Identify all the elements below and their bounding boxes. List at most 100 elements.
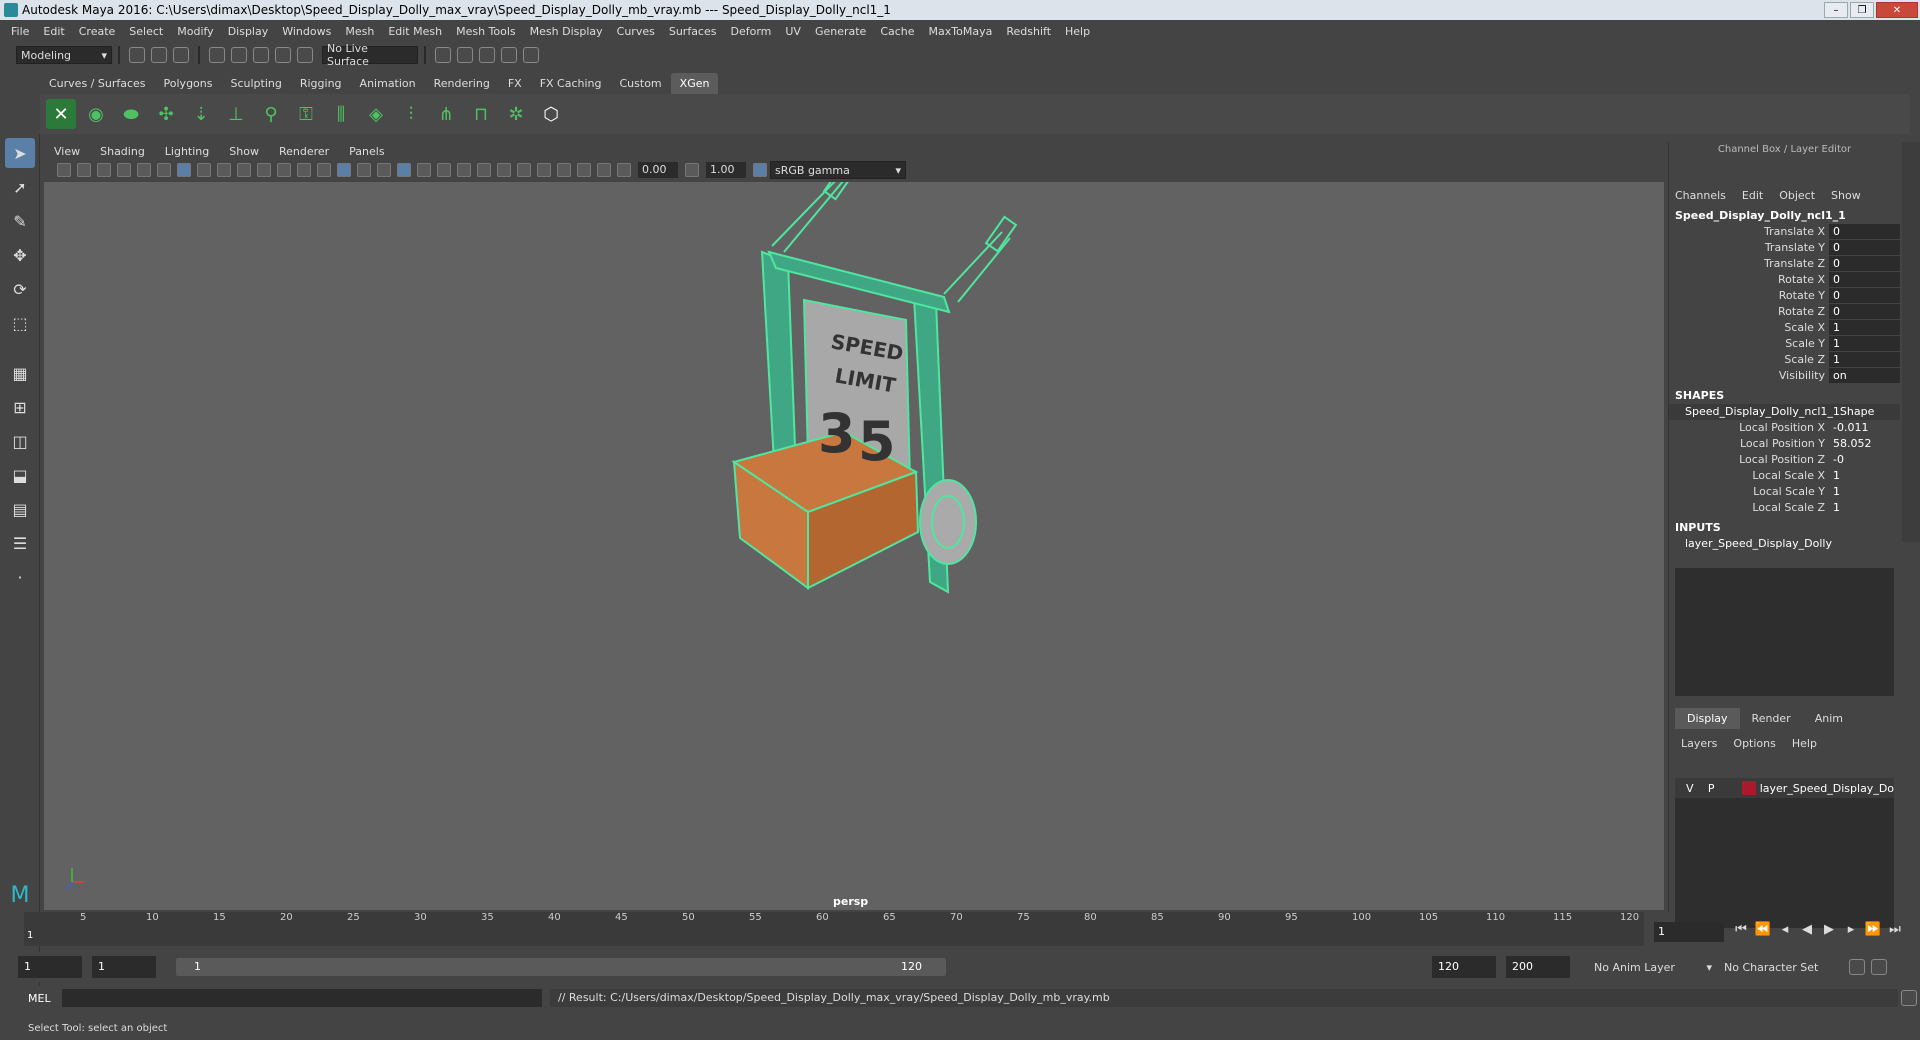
xray-joints-icon[interactable] bbox=[577, 163, 591, 177]
menu-create[interactable]: Create bbox=[79, 25, 116, 38]
shelf-tab-rendering[interactable]: Rendering bbox=[425, 73, 499, 94]
layout-single-icon[interactable]: ▦ bbox=[5, 358, 35, 388]
layer-menu-layers[interactable]: Layers bbox=[1681, 737, 1717, 750]
shelf-tab-polygons[interactable]: Polygons bbox=[155, 73, 222, 94]
lights-icon[interactable] bbox=[417, 163, 431, 177]
xgen-preview-icon[interactable]: ◉ bbox=[81, 99, 111, 129]
film-gate-icon[interactable] bbox=[197, 163, 211, 177]
grid-icon[interactable] bbox=[177, 163, 191, 177]
ipr-render-icon[interactable] bbox=[479, 47, 495, 63]
menu-help[interactable]: Help bbox=[1065, 25, 1090, 38]
attr-row[interactable]: Rotate X 0 bbox=[1669, 272, 1900, 288]
snap-grid-icon[interactable] bbox=[209, 47, 225, 63]
attr-value[interactable]: 0 bbox=[1829, 304, 1900, 319]
color-space-select[interactable]: sRGB gamma ▾ bbox=[770, 161, 906, 179]
attr-value[interactable]: -0 bbox=[1829, 452, 1900, 468]
playback-start-field[interactable]: 1 bbox=[92, 956, 156, 978]
layer-tab-display[interactable]: Display bbox=[1675, 708, 1740, 729]
render-frame-icon[interactable] bbox=[457, 47, 473, 63]
snap-view-plane-icon[interactable] bbox=[275, 47, 291, 63]
depth-of-field-icon[interactable] bbox=[517, 163, 531, 177]
viewport-menu-show[interactable]: Show bbox=[229, 145, 259, 158]
play-backward-icon[interactable]: ◀ bbox=[1796, 922, 1818, 937]
step-back-key-icon[interactable]: ⏪ bbox=[1752, 922, 1774, 937]
snap-live-icon[interactable] bbox=[297, 47, 313, 63]
attr-value[interactable]: 1 bbox=[1829, 484, 1900, 500]
image-plane-icon[interactable] bbox=[117, 163, 131, 177]
shelf-tab-fx-caching[interactable]: FX Caching bbox=[531, 73, 611, 94]
menu-deform[interactable]: Deform bbox=[730, 25, 771, 38]
rotate-tool-icon[interactable]: ⟳ bbox=[5, 274, 35, 304]
hypershade-icon[interactable] bbox=[523, 47, 539, 63]
smooth-shade-icon[interactable] bbox=[337, 163, 351, 177]
attr-value[interactable]: 0 bbox=[1829, 240, 1900, 255]
select-by-component-icon[interactable] bbox=[173, 47, 189, 63]
object-name[interactable]: Speed_Display_Dolly_ncl1_1 bbox=[1669, 208, 1900, 224]
layer-playback-toggle[interactable]: P bbox=[1701, 782, 1723, 795]
step-forward-key-icon[interactable]: ⏩ bbox=[1862, 922, 1884, 937]
xgen-move-guide-icon[interactable]: ⊥ bbox=[221, 99, 251, 129]
script-language-label[interactable]: MEL bbox=[28, 992, 62, 1005]
viewport-menu-shading[interactable]: Shading bbox=[100, 145, 145, 158]
color-management-icon[interactable] bbox=[753, 163, 767, 177]
move-tool-icon[interactable]: ✥ bbox=[5, 240, 35, 270]
menu-mesh[interactable]: Mesh bbox=[345, 25, 374, 38]
grease-pencil-icon[interactable] bbox=[157, 163, 171, 177]
attr-row[interactable]: Scale Z 1 bbox=[1669, 352, 1900, 368]
cb-menu-show[interactable]: Show bbox=[1831, 189, 1861, 202]
playback-end-field[interactable]: 120 bbox=[1432, 956, 1496, 978]
isolate-select-icon[interactable] bbox=[537, 163, 551, 177]
select-tool-icon[interactable]: ➤ bbox=[5, 138, 35, 168]
attr-value[interactable]: 1 bbox=[1829, 500, 1900, 516]
wireframe-icon[interactable] bbox=[317, 163, 331, 177]
current-frame-field[interactable]: 1 bbox=[1654, 922, 1724, 942]
attr-row[interactable]: Visibility on bbox=[1669, 368, 1900, 384]
shape-attr-row[interactable]: Local Position X -0.011 bbox=[1669, 420, 1900, 436]
attr-row[interactable]: Rotate Y 0 bbox=[1669, 288, 1900, 304]
exposure-field[interactable]: 0.00 bbox=[638, 162, 678, 178]
script-editor-icon[interactable] bbox=[1901, 990, 1917, 1006]
menu-surfaces[interactable]: Surfaces bbox=[669, 25, 717, 38]
layout-four-icon[interactable]: ⊞ bbox=[5, 392, 35, 422]
menu-select[interactable]: Select bbox=[129, 25, 163, 38]
motion-blur-icon[interactable] bbox=[477, 163, 491, 177]
exposure-icon[interactable] bbox=[617, 163, 631, 177]
viewport-menu-lighting[interactable]: Lighting bbox=[165, 145, 209, 158]
attr-row[interactable]: Translate Z 0 bbox=[1669, 256, 1900, 272]
anim-prefs-icon[interactable] bbox=[1849, 959, 1865, 975]
cb-menu-object[interactable]: Object bbox=[1779, 189, 1815, 202]
shape-attr-row[interactable]: Local Scale Z 1 bbox=[1669, 500, 1900, 516]
attr-value[interactable]: 1 bbox=[1829, 320, 1900, 335]
attribute-editor-side-tabs[interactable] bbox=[1902, 142, 1920, 542]
paint-select-icon[interactable]: ✎ bbox=[5, 206, 35, 236]
xgen-grass-icon[interactable]: ⋔ bbox=[431, 99, 461, 129]
viewport-menu-view[interactable]: View bbox=[54, 145, 80, 158]
safe-title-icon[interactable] bbox=[297, 163, 311, 177]
layer-visibility-toggle[interactable]: V bbox=[1679, 782, 1701, 795]
play-forward-icon[interactable]: ▶ bbox=[1818, 922, 1840, 937]
attr-value[interactable]: 1 bbox=[1829, 336, 1900, 351]
field-chart-icon[interactable] bbox=[257, 163, 271, 177]
resolution-gate-icon[interactable] bbox=[217, 163, 231, 177]
layout-outliner-icon[interactable]: ☰ bbox=[5, 528, 35, 558]
wireframe-on-shaded-icon[interactable] bbox=[397, 163, 411, 177]
mode-selector[interactable]: Modeling ▾ bbox=[16, 46, 112, 64]
attr-value[interactable]: -0.011 bbox=[1829, 420, 1900, 436]
xgen-length-icon[interactable]: ⊓ bbox=[466, 99, 496, 129]
attr-value[interactable]: 1 bbox=[1829, 352, 1900, 367]
layer-color-swatch[interactable] bbox=[1742, 781, 1756, 795]
menu-mesh-tools[interactable]: Mesh Tools bbox=[456, 25, 516, 38]
gate-mask-icon[interactable] bbox=[237, 163, 251, 177]
shelf-tab-sculpting[interactable]: Sculpting bbox=[221, 73, 290, 94]
xgen-cut-icon[interactable]: ⫶ bbox=[396, 99, 426, 129]
menu-mesh-display[interactable]: Mesh Display bbox=[530, 25, 603, 38]
snap-point-icon[interactable] bbox=[253, 47, 269, 63]
xray-icon[interactable] bbox=[557, 163, 571, 177]
menu-redshift[interactable]: Redshift bbox=[1006, 25, 1051, 38]
menu-uv[interactable]: UV bbox=[785, 25, 801, 38]
default-material-icon[interactable] bbox=[357, 163, 371, 177]
layer-row[interactable]: V P layer_Speed_Display_Dol bbox=[1675, 778, 1894, 798]
xgen-window-icon[interactable]: ✕ bbox=[46, 99, 76, 129]
cb-menu-edit[interactable]: Edit bbox=[1742, 189, 1763, 202]
bookmark-icon[interactable] bbox=[97, 163, 111, 177]
